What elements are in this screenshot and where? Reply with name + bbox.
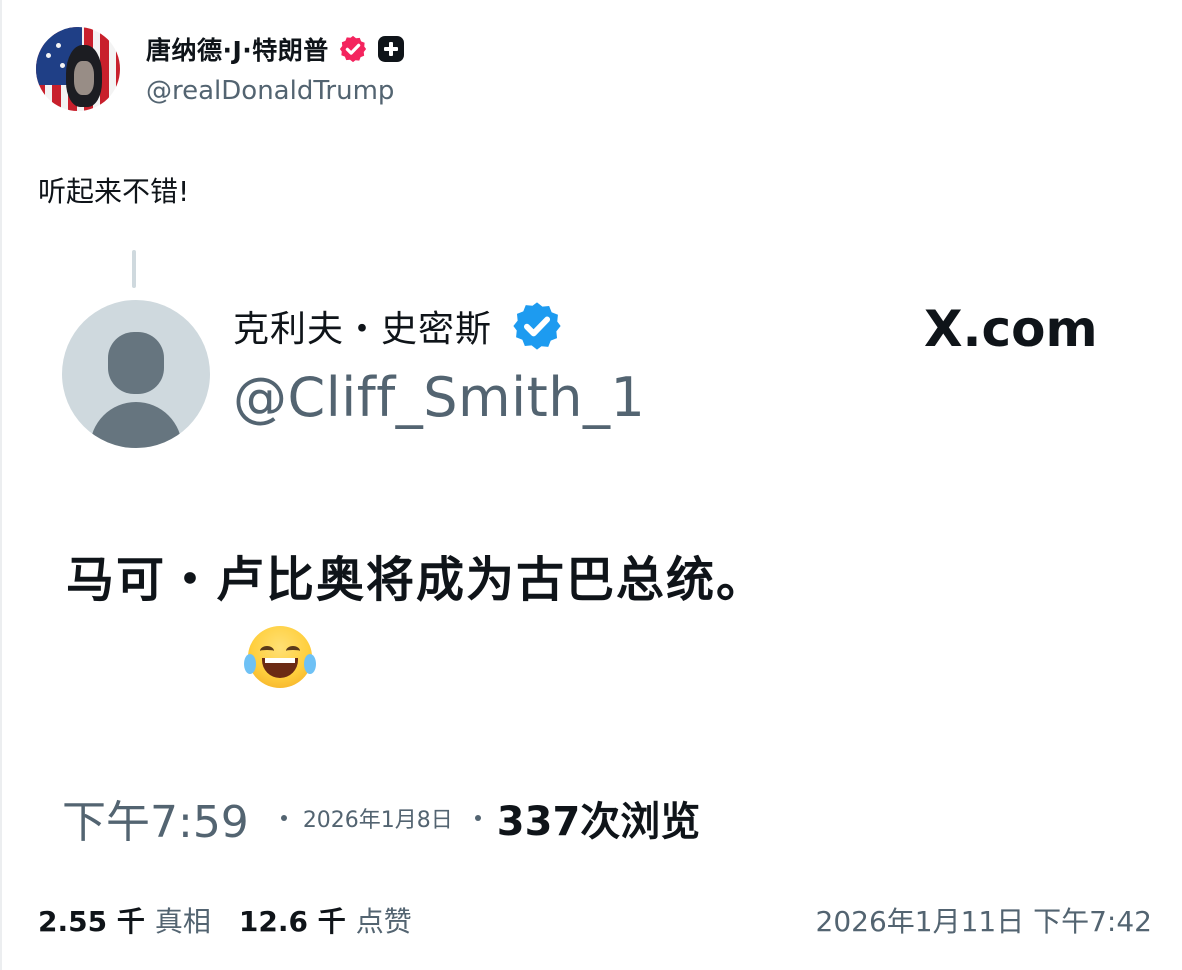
quoted-time: 下午7:59 [62, 797, 249, 848]
quoted-meta: 下午7:59 2026年1月8日 337次浏览 [62, 790, 701, 848]
verified-badge-icon [513, 302, 561, 350]
laughing-tears-emoji-icon [244, 626, 316, 688]
quoted-date: 2026年1月8日 [302, 808, 453, 833]
star-icon [60, 63, 65, 68]
post-text: 听起来不错! [38, 175, 190, 208]
author-avatar[interactable] [36, 27, 120, 111]
quoted-default-avatar [62, 300, 210, 448]
likes-stat[interactable]: 12.6 千点赞 [239, 900, 412, 940]
retruths-count: 2.55 千 [38, 905, 145, 938]
quoted-views: 337次浏览 [496, 799, 701, 845]
brand-text: X.com [924, 300, 1098, 358]
avatar-body-shape [90, 402, 182, 448]
quoted-name-row: 克利夫・史密斯 [233, 298, 564, 354]
star-icon [44, 35, 49, 40]
post-timestamp[interactable]: 2026年1月11日 下午7:42 [816, 900, 1152, 940]
separator-dot [280, 815, 287, 821]
separator-dot [474, 815, 481, 821]
x-com-brand: X.com [924, 300, 1098, 358]
thread-connector [132, 250, 136, 288]
star-icon [56, 43, 61, 48]
likes-count: 12.6 千 [238, 905, 346, 938]
author-handle[interactable]: @realDonaldTrump [146, 76, 394, 106]
author-name-row: 唐纳德·J·特朗普 [146, 32, 404, 66]
author-display-name[interactable]: 唐纳德·J·特朗普 [146, 31, 329, 67]
portrait-highlight [74, 61, 94, 95]
plus-badge-icon [377, 36, 404, 62]
engagement-stats: 2.55 千真相 12.6 千点赞 [38, 900, 412, 940]
avatar-head-shape [108, 332, 164, 394]
left-border [0, 0, 2, 970]
likes-label: 点赞 [355, 905, 412, 938]
quoted-handle: @Cliff_Smith_1 [233, 366, 646, 429]
verified-badge-icon [339, 35, 366, 63]
star-icon [46, 53, 51, 58]
retruths-label: 真相 [154, 905, 211, 938]
quoted-text: 马可・卢比奥将成为古巴总统。 [66, 552, 767, 608]
quoted-display-name: 克利夫・史密斯 [233, 309, 493, 350]
retruths-stat[interactable]: 2.55 千真相 [38, 900, 211, 940]
